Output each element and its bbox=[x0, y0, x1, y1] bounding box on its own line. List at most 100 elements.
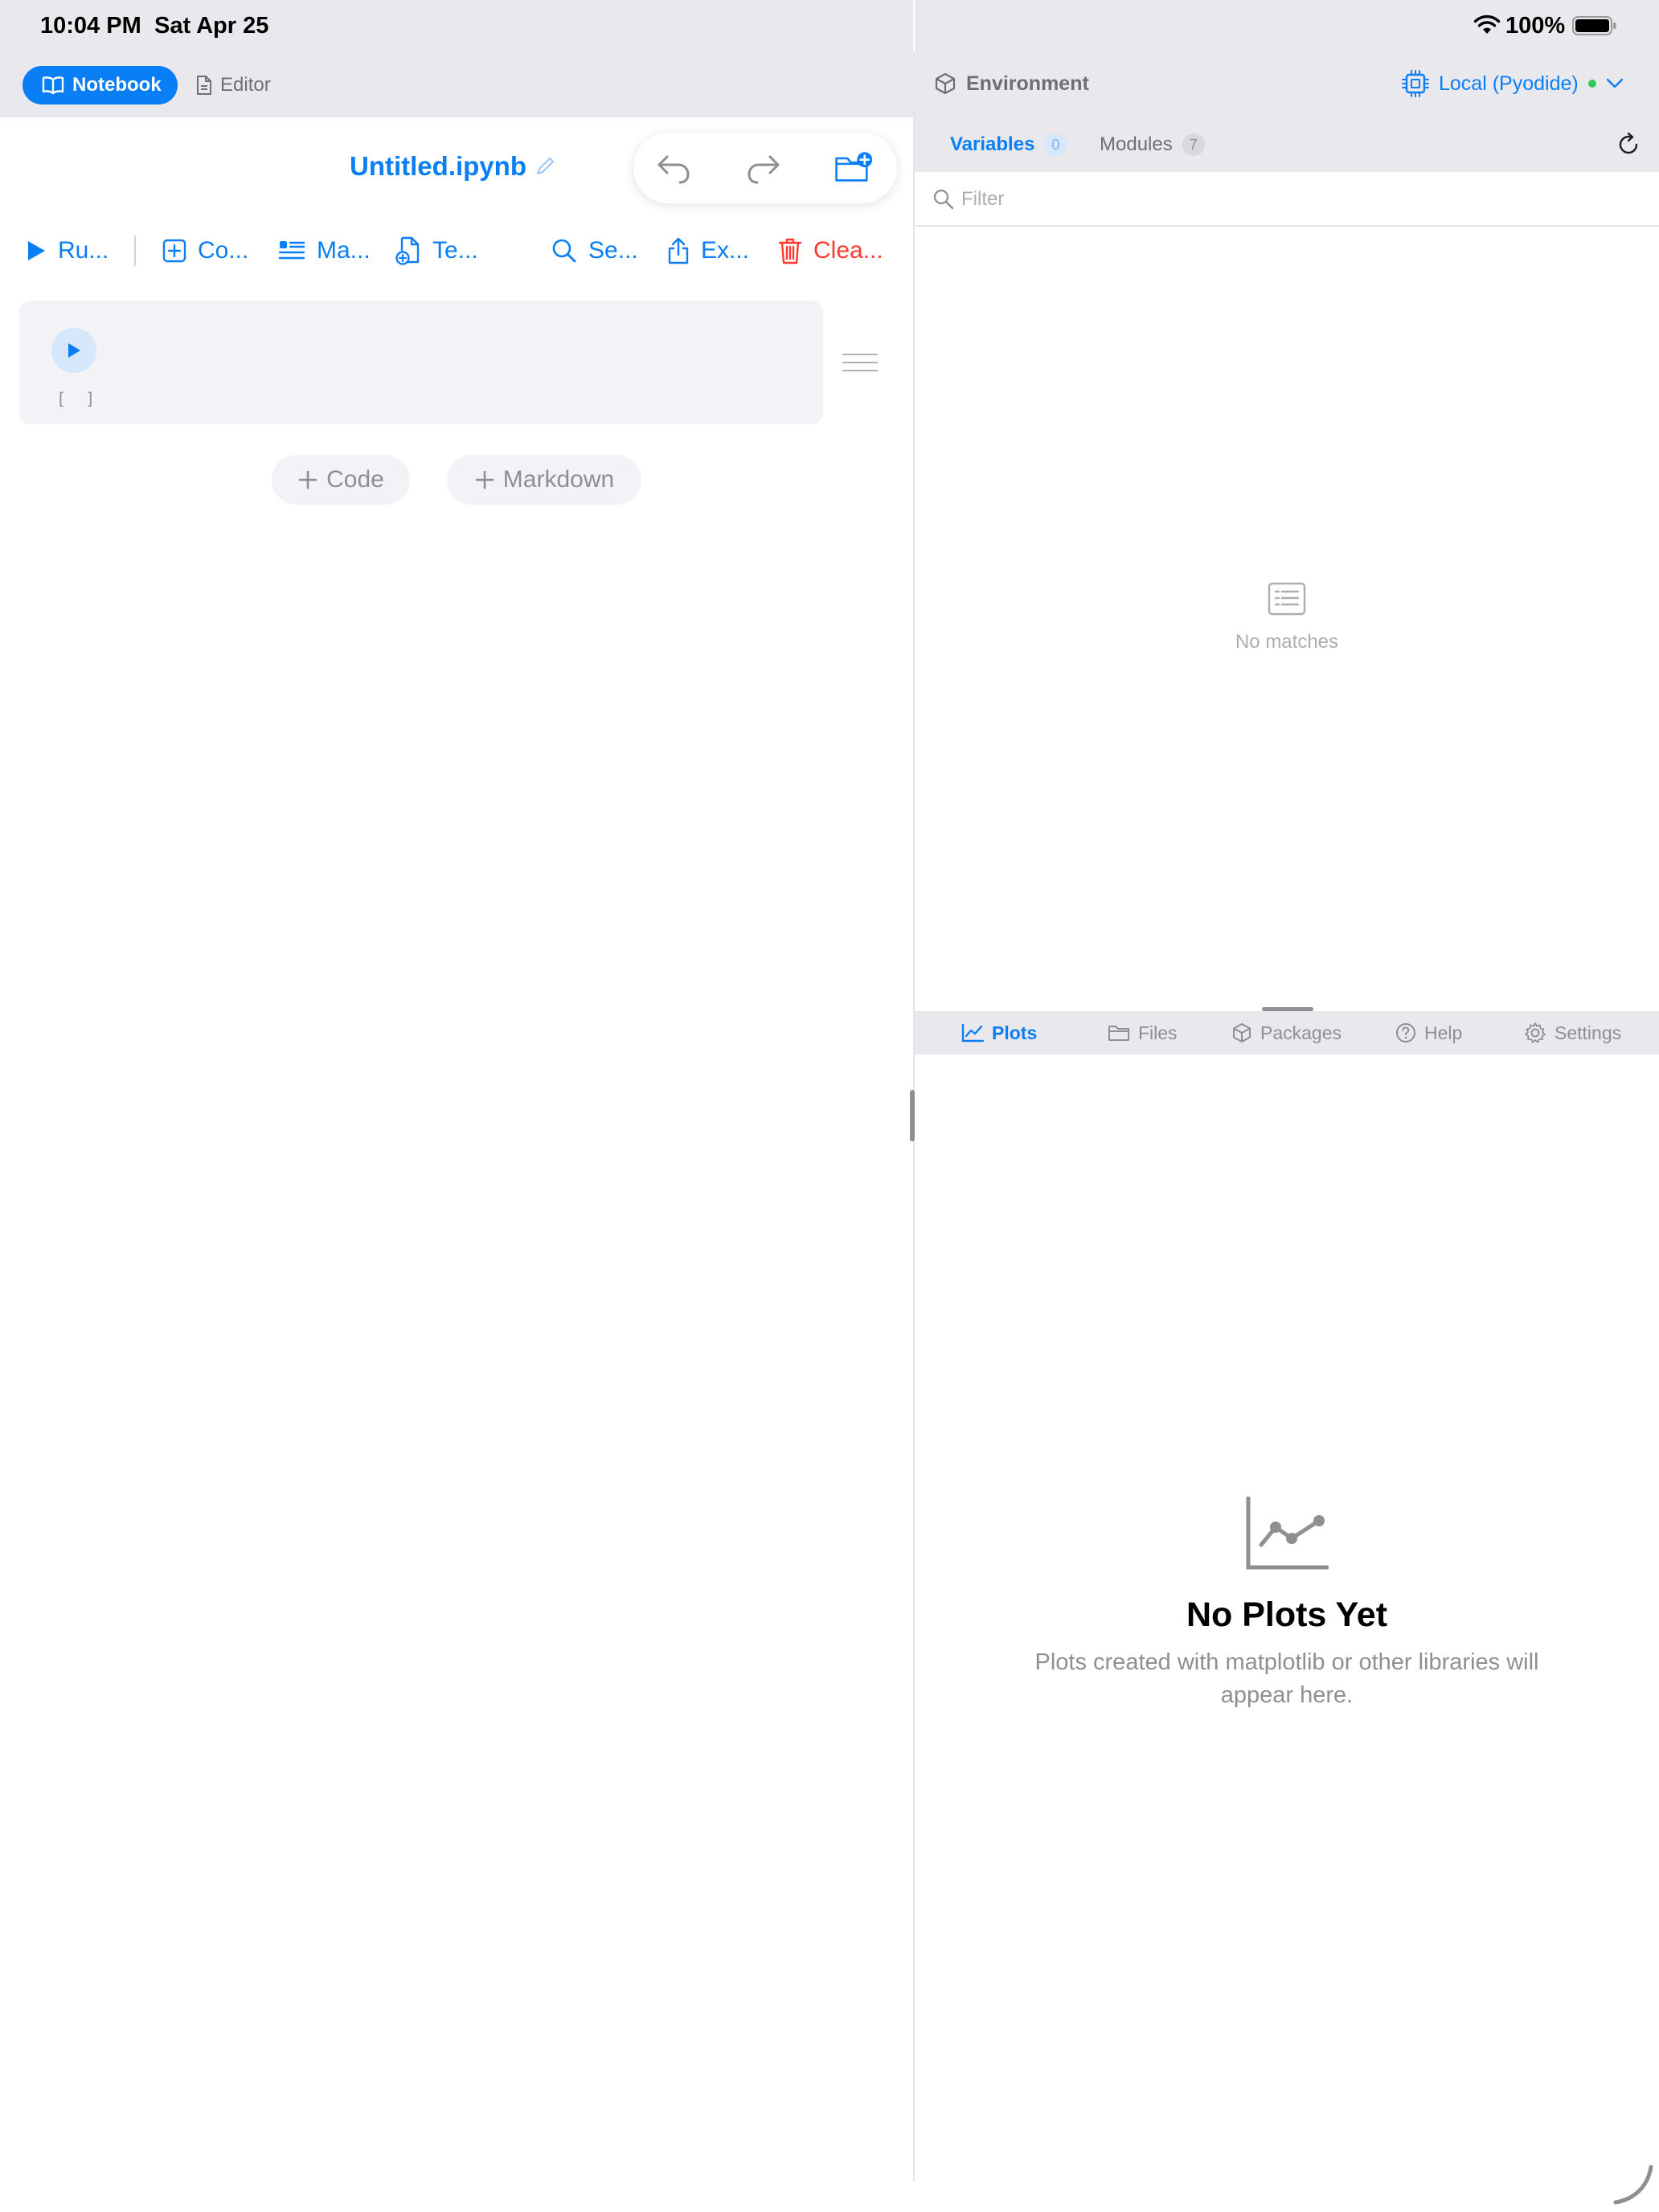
notebook-mode-button[interactable]: Notebook bbox=[23, 66, 178, 104]
toolbar-separator bbox=[134, 236, 136, 266]
app-screen: 10:04 PM Sat Apr 25 100% Notebook Editor bbox=[0, 0, 1659, 2212]
chevron-down-icon bbox=[1606, 78, 1623, 88]
export-button[interactable]: Ex... bbox=[667, 227, 749, 274]
handle-line bbox=[842, 370, 878, 371]
execution-count: [ ] bbox=[56, 389, 100, 408]
gear-icon bbox=[1525, 1022, 1546, 1043]
corner-indicator bbox=[1613, 2165, 1653, 2205]
search-icon bbox=[933, 189, 954, 210]
plus-icon bbox=[298, 470, 317, 490]
run-all-label: Ru... bbox=[58, 237, 109, 264]
share-icon bbox=[668, 237, 689, 264]
search-button[interactable]: Se... bbox=[551, 227, 638, 274]
notebook-mode-label: Notebook bbox=[72, 74, 162, 96]
battery-icon bbox=[1572, 16, 1616, 35]
cube-icon bbox=[935, 72, 956, 95]
refresh-icon[interactable] bbox=[1616, 132, 1641, 158]
pencil-icon bbox=[536, 158, 554, 174]
book-icon bbox=[42, 76, 64, 95]
split-resize-handle[interactable] bbox=[910, 1090, 915, 1141]
list-icon bbox=[1268, 582, 1306, 616]
notebook-title-text: Untitled.ipynb bbox=[350, 151, 526, 181]
play-icon bbox=[68, 343, 80, 358]
run-cell-button[interactable] bbox=[51, 328, 96, 373]
undo-button[interactable] bbox=[654, 149, 693, 187]
add-markdown-cell-label: Markdown bbox=[502, 466, 615, 493]
cpu-icon bbox=[1402, 70, 1429, 97]
template-button[interactable]: Te... bbox=[395, 227, 478, 274]
tab-plots[interactable]: Plots bbox=[961, 1011, 1037, 1055]
tab-plots-label: Plots bbox=[992, 1022, 1038, 1043]
tab-help[interactable]: Help bbox=[1395, 1011, 1462, 1055]
filter-row bbox=[915, 172, 1659, 227]
left-pane-header: Notebook Editor bbox=[0, 51, 913, 117]
document-icon bbox=[197, 76, 211, 95]
plots-empty-title: No Plots Yet bbox=[1186, 1596, 1388, 1634]
tab-files-label: Files bbox=[1138, 1022, 1178, 1043]
add-code-button[interactable]: Co... bbox=[162, 227, 248, 274]
tab-modules-label: Modules bbox=[1100, 133, 1173, 155]
runtime-selector[interactable]: Local (Pyodide) bbox=[1402, 66, 1624, 101]
new-folder-button[interactable] bbox=[834, 149, 873, 187]
play-icon bbox=[28, 241, 45, 260]
tab-settings-label: Settings bbox=[1555, 1022, 1622, 1043]
variables-empty-state: No matches bbox=[915, 582, 1659, 653]
variables-count-badge: 0 bbox=[1044, 133, 1067, 156]
tab-settings[interactable]: Settings bbox=[1524, 1011, 1621, 1055]
battery-percent: 100% bbox=[1505, 13, 1566, 39]
redo-button[interactable] bbox=[744, 149, 783, 187]
add-markdown-button[interactable]: Ma... bbox=[278, 227, 371, 274]
environment-header: Environment Local (Pyodide) bbox=[915, 51, 1659, 117]
tab-packages[interactable]: Packages bbox=[1231, 1011, 1342, 1055]
add-code-label: Co... bbox=[198, 237, 249, 264]
search-icon bbox=[552, 239, 576, 263]
editor-mode-button[interactable]: Editor bbox=[196, 66, 271, 104]
tab-modules[interactable]: Modules 7 bbox=[1100, 117, 1205, 172]
tab-variables[interactable]: Variables 0 bbox=[950, 117, 1067, 172]
status-date: Sat Apr 25 bbox=[154, 13, 269, 39]
filter-input[interactable] bbox=[961, 183, 1620, 215]
chart-line-icon bbox=[961, 1023, 984, 1043]
undo-icon bbox=[657, 155, 690, 184]
notebook-title[interactable]: Untitled.ipynb bbox=[350, 151, 555, 182]
tab-files[interactable]: Files bbox=[1108, 1011, 1178, 1055]
plots-empty-state: No Plots Yet Plots created with matplotl… bbox=[915, 1496, 1659, 1712]
code-cell[interactable]: [ ] bbox=[19, 301, 823, 424]
environment-title: Environment bbox=[934, 66, 1089, 101]
help-icon bbox=[1396, 1023, 1415, 1043]
environment-title-text: Environment bbox=[966, 72, 1089, 95]
variables-empty-text: No matches bbox=[1235, 631, 1339, 653]
tab-variables-label: Variables bbox=[950, 133, 1035, 155]
add-markdown-cell-button[interactable]: Markdown bbox=[447, 455, 641, 505]
cell-drag-handle[interactable] bbox=[842, 354, 878, 375]
wifi-icon bbox=[1473, 14, 1501, 34]
notebook-action-pill bbox=[633, 133, 897, 203]
cube-icon bbox=[1233, 1023, 1251, 1043]
redo-icon bbox=[748, 155, 780, 184]
run-all-button[interactable]: Ru... bbox=[26, 227, 109, 274]
tab-help-label: Help bbox=[1424, 1022, 1463, 1043]
add-markdown-label: Ma... bbox=[317, 237, 371, 264]
editor-mode-label: Editor bbox=[220, 74, 271, 96]
clear-label: Clea... bbox=[813, 237, 883, 264]
tab-packages-label: Packages bbox=[1260, 1022, 1342, 1043]
add-code-cell-button[interactable]: Code bbox=[272, 455, 410, 505]
clear-button[interactable]: Clea... bbox=[778, 227, 883, 274]
runtime-label: Local (Pyodide) bbox=[1439, 72, 1579, 95]
chart-line-icon bbox=[1246, 1496, 1329, 1570]
search-label: Se... bbox=[588, 237, 638, 264]
status-bar: 10:04 PM Sat Apr 25 100% bbox=[0, 0, 1659, 51]
modules-count-badge: 7 bbox=[1182, 133, 1205, 156]
plus-square-icon bbox=[162, 239, 186, 263]
document-add-icon bbox=[395, 236, 420, 265]
handle-line bbox=[842, 354, 878, 355]
add-code-cell-label: Code bbox=[326, 466, 384, 493]
folder-add-icon bbox=[835, 152, 873, 182]
export-label: Ex... bbox=[701, 237, 750, 264]
notebook-toolbar: Ru... Co... Ma... Te... Se... Ex... Clea… bbox=[0, 227, 913, 274]
handle-line bbox=[842, 362, 878, 363]
status-time: 10:04 PM bbox=[40, 13, 141, 39]
template-label: Te... bbox=[432, 237, 478, 264]
trash-icon bbox=[778, 238, 802, 264]
folder-icon bbox=[1108, 1026, 1129, 1041]
